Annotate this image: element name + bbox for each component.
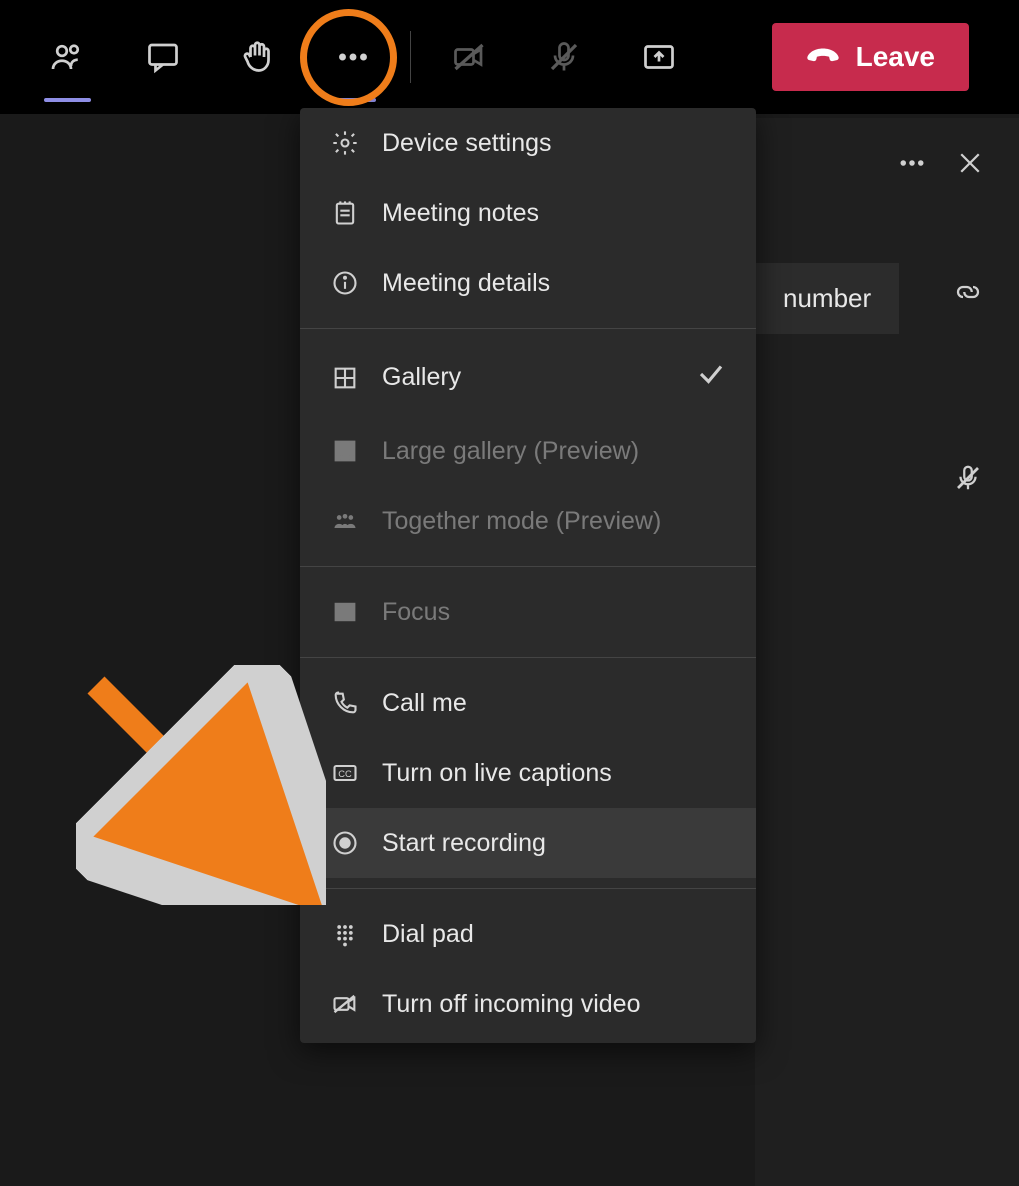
menu-label: Dial pad: [382, 920, 474, 949]
panel-number-label: number: [783, 283, 871, 313]
ellipsis-icon: [897, 148, 927, 178]
participants-button[interactable]: [20, 22, 115, 92]
menu-label: Large gallery (Preview): [382, 437, 639, 466]
gallery-icon: [330, 363, 360, 393]
panel-more-button[interactable]: [897, 148, 927, 183]
menu-separator: [300, 888, 756, 889]
dial-pad-item[interactable]: Dial pad: [300, 899, 756, 969]
people-icon: [50, 39, 86, 75]
close-icon: [955, 148, 985, 178]
mic-button[interactable]: [516, 22, 611, 92]
together-icon: [330, 506, 360, 536]
meeting-details-item[interactable]: Meeting details: [300, 248, 756, 318]
active-underline: [44, 98, 92, 102]
call-me-item[interactable]: Call me: [300, 668, 756, 738]
info-icon: [330, 268, 360, 298]
notes-icon: [330, 198, 360, 228]
cc-icon: CC: [330, 758, 360, 788]
leave-label: Leave: [856, 41, 935, 73]
together-mode-item: Together mode (Preview): [300, 486, 756, 556]
participant-mic-off-icon[interactable]: [953, 463, 983, 498]
menu-label: Together mode (Preview): [382, 507, 661, 536]
check-icon: [696, 359, 726, 396]
large-gallery-icon: [330, 436, 360, 466]
device-settings-item[interactable]: Device settings: [300, 108, 756, 178]
meeting-notes-item[interactable]: Meeting notes: [300, 178, 756, 248]
gear-icon: [330, 128, 360, 158]
active-underline: [329, 98, 377, 102]
focus-item: Focus: [300, 577, 756, 647]
camera-off-icon: [451, 39, 487, 75]
focus-icon: [330, 597, 360, 627]
annotation-arrow: [76, 665, 326, 905]
record-icon: [330, 828, 360, 858]
chat-button[interactable]: [115, 22, 210, 92]
video-off-icon: [330, 989, 360, 1019]
panel-number-tab[interactable]: number: [755, 263, 899, 334]
more-actions-button[interactable]: [305, 22, 400, 92]
menu-label: Focus: [382, 598, 450, 627]
menu-label: Call me: [382, 689, 467, 718]
menu-label: Device settings: [382, 129, 552, 158]
phone-icon: [330, 688, 360, 718]
chat-icon: [145, 39, 181, 75]
menu-label: Meeting notes: [382, 199, 539, 228]
menu-label: Gallery: [382, 363, 461, 392]
menu-label: Meeting details: [382, 269, 550, 298]
svg-text:CC: CC: [338, 769, 352, 779]
panel-close-button[interactable]: [955, 148, 985, 183]
copy-link-button[interactable]: [953, 277, 983, 312]
side-panel: number: [755, 118, 1019, 1186]
toolbar-separator: [410, 31, 411, 83]
meeting-toolbar: Leave: [0, 0, 1019, 114]
menu-label: Turn off incoming video: [382, 990, 640, 1019]
menu-label: Start recording: [382, 829, 546, 858]
mic-off-icon: [953, 463, 983, 493]
raise-hand-button[interactable]: [210, 22, 305, 92]
dialpad-icon: [330, 919, 360, 949]
camera-button[interactable]: [421, 22, 516, 92]
more-actions-menu: Device settings Meeting notes Meeting de…: [300, 108, 756, 1043]
share-screen-button[interactable]: [611, 22, 706, 92]
menu-separator: [300, 328, 756, 329]
gallery-item[interactable]: Gallery: [300, 339, 756, 416]
live-captions-item[interactable]: CC Turn on live captions: [300, 738, 756, 808]
large-gallery-item: Large gallery (Preview): [300, 416, 756, 486]
turn-off-incoming-video-item[interactable]: Turn off incoming video: [300, 969, 756, 1039]
hangup-icon: [806, 45, 840, 69]
leave-button[interactable]: Leave: [772, 23, 969, 91]
menu-label: Turn on live captions: [382, 759, 612, 788]
start-recording-item[interactable]: Start recording: [300, 808, 756, 878]
panel-header: [755, 118, 1019, 203]
menu-separator: [300, 657, 756, 658]
menu-separator: [300, 566, 756, 567]
ellipsis-icon: [335, 39, 371, 75]
hand-icon: [240, 39, 276, 75]
mic-off-icon: [546, 39, 582, 75]
link-icon: [953, 277, 983, 307]
share-icon: [641, 39, 677, 75]
